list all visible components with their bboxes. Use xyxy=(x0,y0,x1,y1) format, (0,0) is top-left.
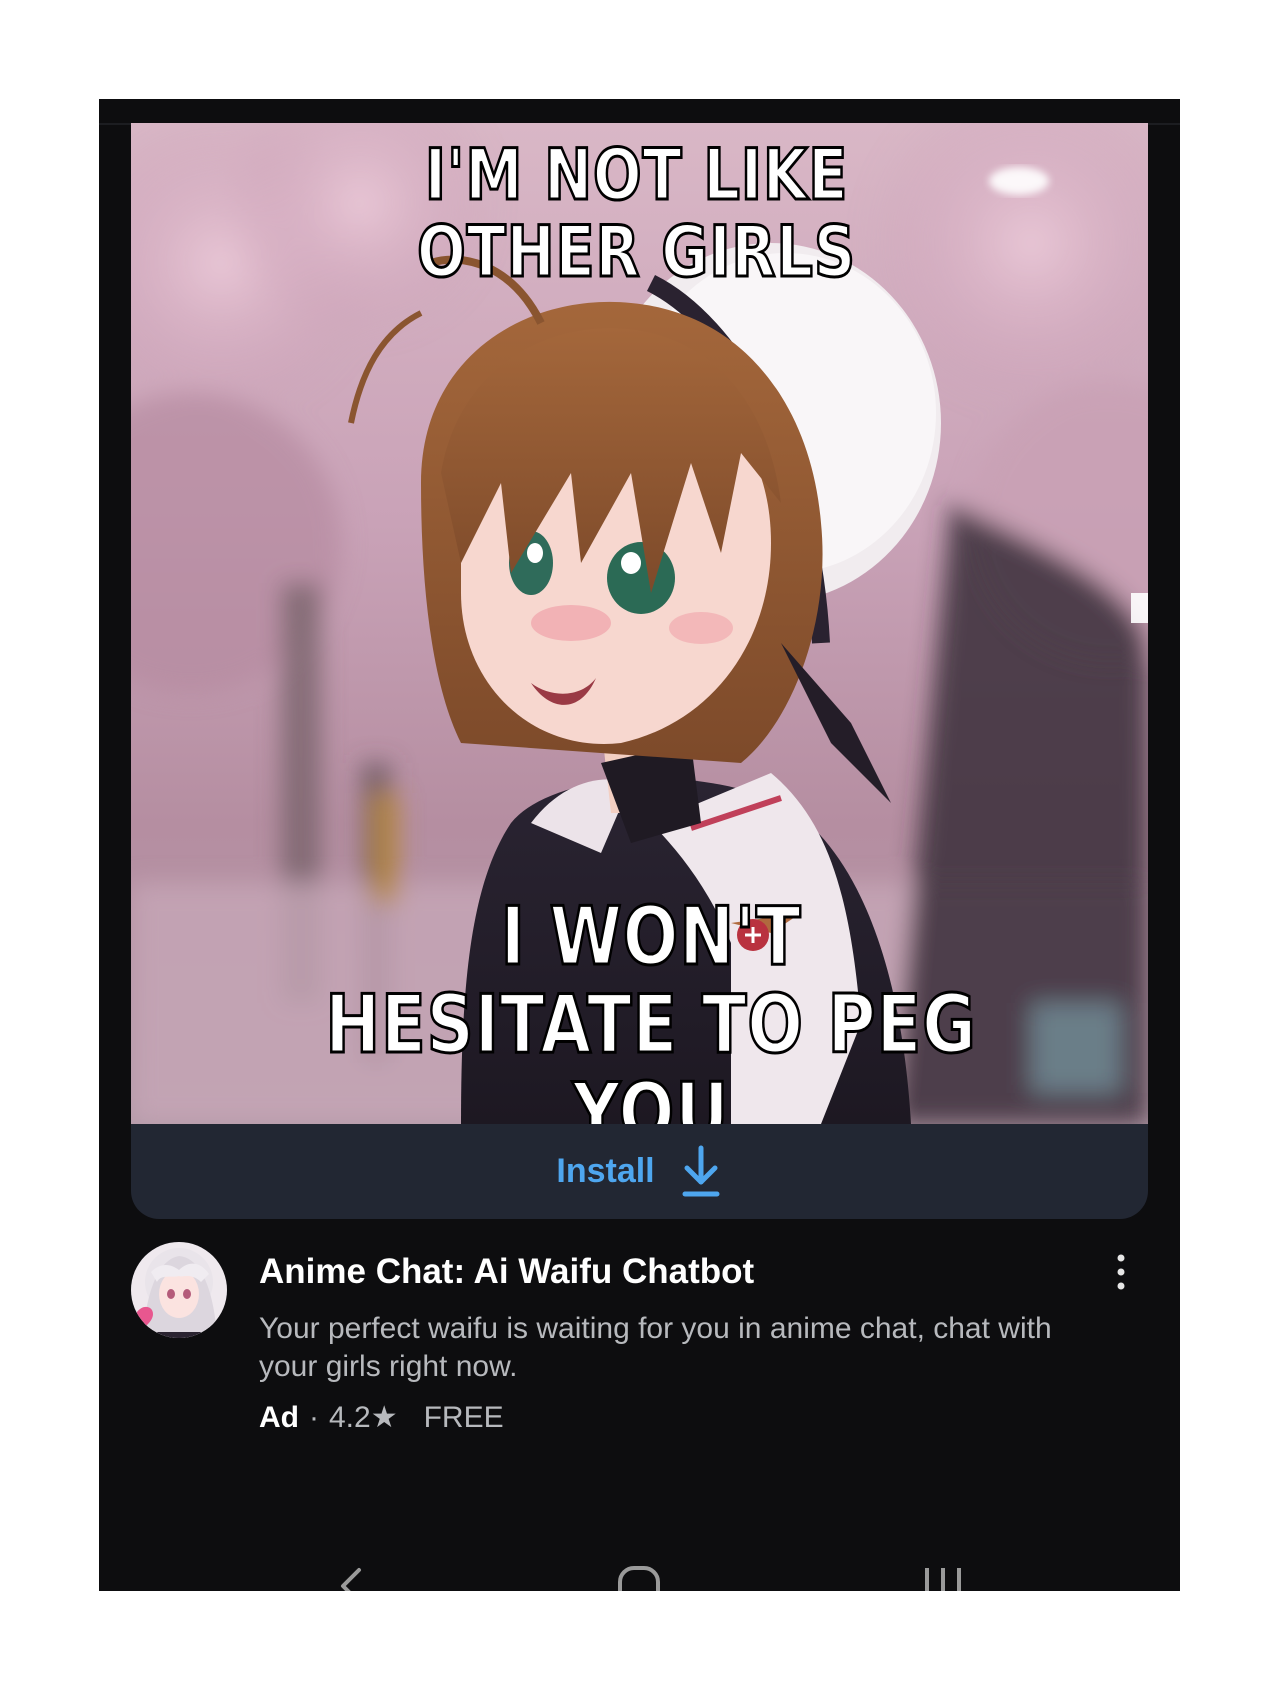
ad-label: Ad xyxy=(259,1400,299,1434)
install-button[interactable]: Install xyxy=(131,1124,1148,1219)
ad-meta: Ad · 4.2★ FREE xyxy=(259,1400,504,1435)
install-label: Install xyxy=(556,1152,655,1190)
app-title[interactable]: Anime Chat: Ai Waifu Chatbot xyxy=(259,1252,754,1292)
meme-caption-bottom: I WON'T HESITATE TO PEG YOU xyxy=(324,890,977,1124)
app-avatar[interactable] xyxy=(131,1242,227,1338)
app-rating: 4.2★ xyxy=(329,1401,398,1434)
system-nav-bar xyxy=(99,1564,1180,1591)
ad-info: Anime Chat: Ai Waifu Chatbot Your perfec… xyxy=(131,1242,1148,1462)
app-price: FREE xyxy=(423,1400,504,1434)
back-chevron-icon[interactable] xyxy=(321,1564,381,1591)
ad-card[interactable]: I'M NOT LIKE OTHER GIRLS I WON'T HESITAT… xyxy=(131,123,1148,1219)
meme-caption-top: I'M NOT LIKE OTHER GIRLS xyxy=(416,134,857,293)
more-vertical-icon[interactable] xyxy=(1106,1250,1136,1294)
ad-image[interactable]: I'M NOT LIKE OTHER GIRLS I WON'T HESITAT… xyxy=(131,123,1148,1124)
download-arrow-icon xyxy=(679,1144,723,1200)
ad-screen: I'M NOT LIKE OTHER GIRLS I WON'T HESITAT… xyxy=(99,99,1180,1591)
home-icon[interactable] xyxy=(609,1564,669,1591)
meta-separator: · xyxy=(309,1400,319,1434)
recents-icon[interactable] xyxy=(913,1564,973,1591)
app-description: Your perfect waifu is waiting for you in… xyxy=(259,1312,1052,1383)
